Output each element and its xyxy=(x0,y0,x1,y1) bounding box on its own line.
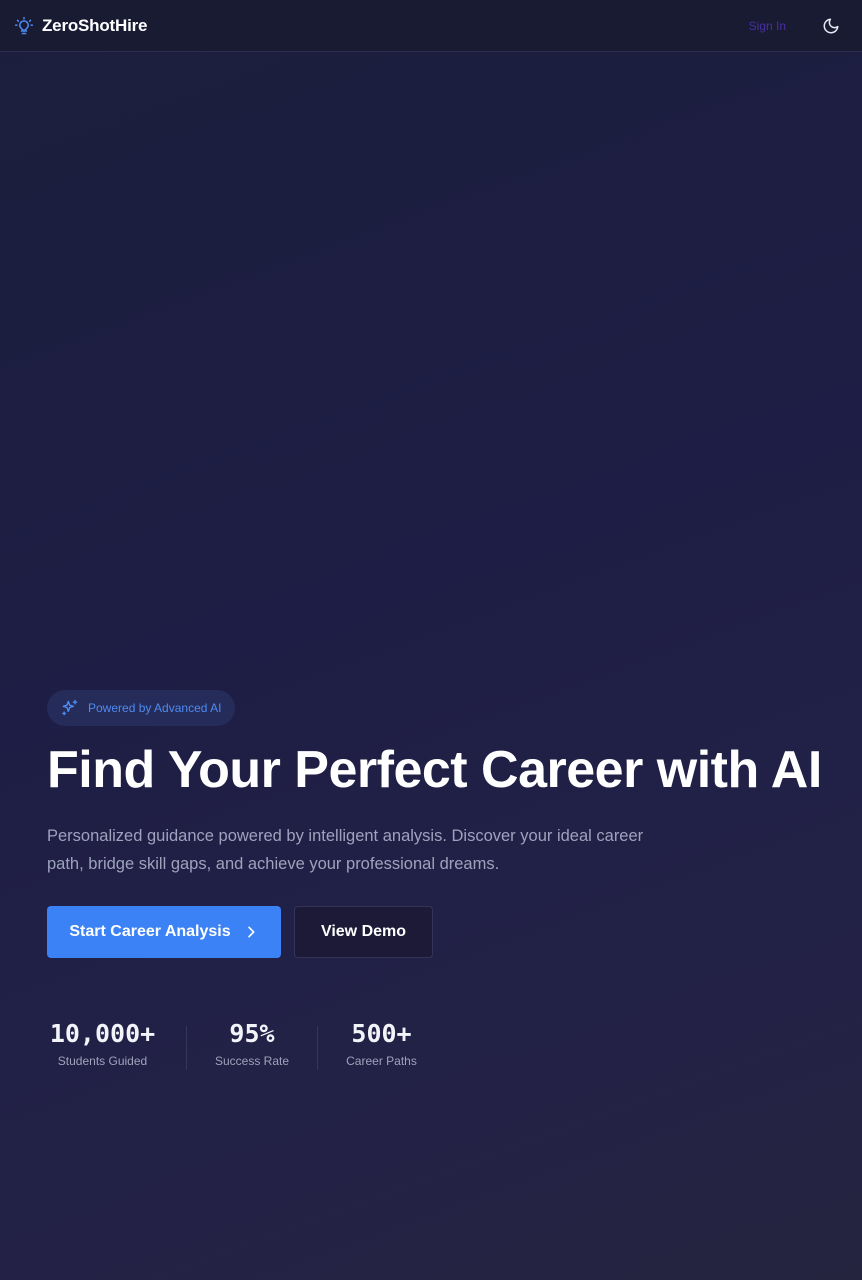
stats-row: 10,000+ Students Guided 95% Success Rate… xyxy=(47,1018,837,1070)
hero-section: Powered by Advanced AI Find Your Perfect… xyxy=(47,690,837,1070)
primary-cta-label: Start Career Analysis xyxy=(69,923,231,940)
start-career-analysis-button[interactable]: Start Career Analysis xyxy=(47,906,281,958)
stat-value: 500+ xyxy=(351,1019,412,1048)
hero-subtitle: Personalized guidance powered by intelli… xyxy=(47,827,644,873)
sparkles-icon xyxy=(60,698,80,718)
brand-name: ZeroShotHire xyxy=(42,15,148,35)
brand-logo[interactable]: ZeroShotHire xyxy=(14,16,147,36)
view-demo-button[interactable]: View Demo xyxy=(294,906,433,958)
secondary-cta-label: View Demo xyxy=(320,923,407,940)
moon-icon xyxy=(822,17,840,35)
stat-label: Success Rate xyxy=(214,1054,290,1068)
stat-success-rate: 95% Success Rate xyxy=(187,1018,317,1068)
stat-value: 10,000+ xyxy=(49,1019,156,1048)
lightbulb-icon xyxy=(14,16,34,36)
stat-label: Career Paths xyxy=(346,1054,417,1068)
ai-badge: Powered by Advanced AI xyxy=(47,690,236,726)
stat-label: Students Guided xyxy=(57,1054,148,1068)
stat-value: 95% xyxy=(229,1019,275,1048)
stat-students-guided: 10,000+ Students Guided xyxy=(47,1018,158,1068)
badge-text: Powered by Advanced AI xyxy=(88,701,222,715)
chevron-right-icon xyxy=(243,924,259,940)
sign-in-link[interactable]: Sign In xyxy=(749,19,786,33)
hero-title: Find Your Perfect Career with AI xyxy=(47,741,822,799)
top-navbar: ZeroShotHire Sign In xyxy=(0,0,862,52)
stat-career-paths: 500+ Career Paths xyxy=(318,1018,445,1068)
cta-row: Start Career Analysis View Demo xyxy=(47,906,837,958)
theme-toggle-button[interactable] xyxy=(820,15,842,37)
